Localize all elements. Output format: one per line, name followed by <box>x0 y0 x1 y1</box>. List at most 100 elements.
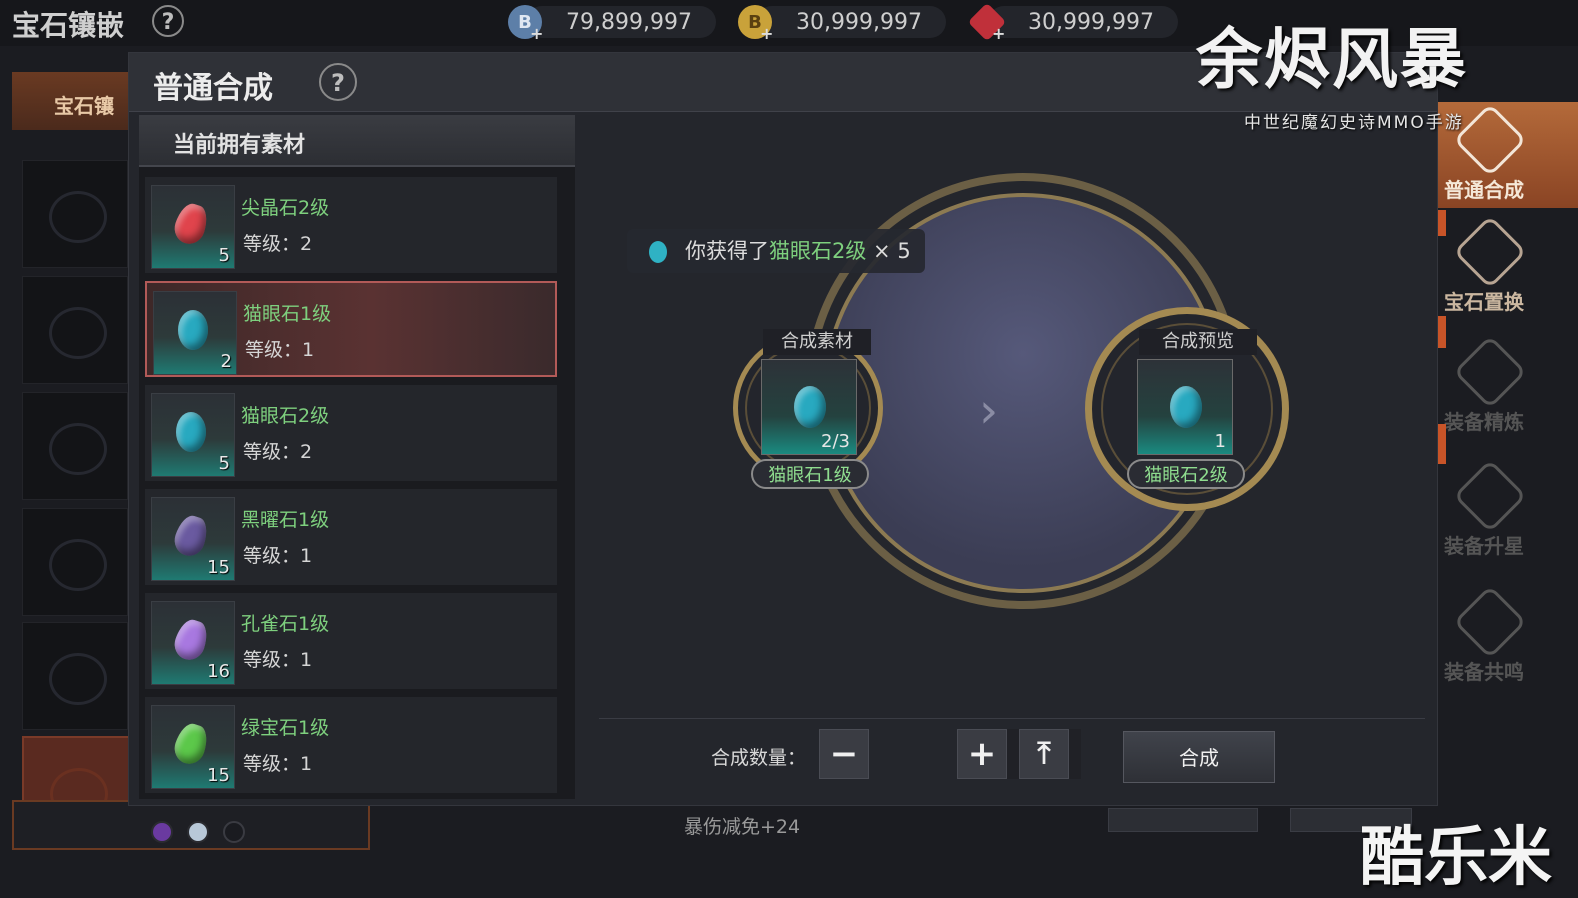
page-dots <box>151 821 245 843</box>
star-upgrade-icon <box>1453 459 1527 533</box>
side-tab-gem-swap[interactable]: 宝石置换 <box>1438 214 1578 320</box>
quantity-label: 合成数量： <box>711 747 807 769</box>
max-quantity-button[interactable]: ⤒ <box>1019 729 1069 779</box>
decrease-button[interactable]: − <box>819 729 869 779</box>
material-name: 猫眼石1级 <box>751 459 869 489</box>
materials-list: 5 尖晶石2级 等级：2 2 猫眼石1级 等级：1 5 猫眼石2级 等级：2 15 黑曜石1级 等级：… <box>145 177 557 801</box>
page-dot[interactable] <box>151 821 173 843</box>
material-name: 猫眼石2级 <box>241 405 330 427</box>
side-marker <box>1438 316 1446 348</box>
dragon-emblem-icon <box>1453 103 1527 177</box>
preview-name: 猫眼石2级 <box>1127 459 1245 489</box>
currency-gold-value: 30,999,997 <box>796 9 922 35</box>
armor-icon <box>49 539 107 591</box>
material-count: 15 <box>207 765 230 786</box>
game-logo: 余烬风暴 <box>1196 20 1468 98</box>
ring-icon <box>49 307 107 359</box>
materials-panel: 当前拥有素材 5 尖晶石2级 等级：2 2 猫眼石1级 等级：1 5 猫眼石2级 等级：2 15 黑… <box>139 115 575 799</box>
gem-swap-icon <box>1453 215 1527 289</box>
gem-icon <box>170 512 212 560</box>
material-icon: 5 <box>151 393 235 477</box>
page-dot[interactable] <box>187 821 209 843</box>
material-row[interactable]: 16 孔雀石1级 等级：1 <box>145 593 557 689</box>
add-currency-icon: + <box>760 24 774 43</box>
arrow-right-icon: › <box>979 383 999 439</box>
add-currency-icon: + <box>992 24 1006 43</box>
cat-eye-gem-icon <box>649 241 667 263</box>
material-row[interactable]: 2 猫眼石1级等级：1 <box>145 281 557 377</box>
side-tab-refine[interactable]: 装备精炼 <box>1438 334 1578 440</box>
material-row[interactable]: 15 黑曜石1级等级：1 <box>145 489 557 585</box>
equip-slot-necklace[interactable] <box>22 160 128 268</box>
material-level: 等级：1 <box>245 339 315 361</box>
currency-blue-value: 79,899,997 <box>566 9 692 35</box>
material-name: 黑曜石1级 <box>241 509 330 531</box>
material-row[interactable]: 5 猫眼石2级等级：2 <box>145 385 557 481</box>
gem-icon <box>170 720 212 768</box>
necklace-icon <box>49 191 107 243</box>
side-tab-resonance[interactable]: 装备共鸣 <box>1438 584 1578 690</box>
increase-button[interactable]: + <box>957 729 1007 779</box>
gem-icon <box>176 412 206 452</box>
material-icon: 16 <box>151 601 235 685</box>
material-count: 2/3 <box>821 431 850 452</box>
refine-icon <box>1453 335 1527 409</box>
material-level: 等级：2 <box>243 233 313 255</box>
synthesis-modal: 普通合成 ? 当前拥有素材 5 尖晶石2级 等级：2 2 猫眼石1级 等级：1 5 猫眼石2级… <box>128 52 1438 843</box>
watermark: 酷乐米 <box>1360 821 1552 895</box>
preview-slot[interactable]: 1 <box>1137 359 1233 455</box>
gloves-icon <box>49 653 107 705</box>
modal-help-button[interactable]: ? <box>319 63 357 101</box>
modal-title: 普通合成 <box>153 71 273 106</box>
material-level: 等级：1 <box>243 545 313 567</box>
game-logo-subtitle: 中世纪魔幻史诗MMO手游 <box>1244 113 1464 133</box>
equip-slot-ring[interactable] <box>22 276 128 384</box>
side-marker <box>1438 210 1446 236</box>
gem-icon <box>170 200 212 248</box>
material-icon: 15 <box>151 497 235 581</box>
gem-icon <box>170 616 212 664</box>
preview-count: 1 <box>1214 431 1226 452</box>
material-icon: 5 <box>151 185 235 269</box>
helmet-icon <box>49 423 107 475</box>
material-count: 5 <box>218 453 230 474</box>
material-level: 等级：1 <box>243 649 313 671</box>
gem-icon <box>178 310 208 350</box>
material-count: 16 <box>207 661 230 682</box>
material-name: 猫眼石1级 <box>243 303 332 325</box>
craft-button[interactable]: 合成 <box>1123 731 1275 783</box>
preview-header: 合成预览 <box>1139 329 1257 355</box>
side-tab-star-up[interactable]: 装备升星 <box>1438 458 1578 564</box>
cat-eye-gem-icon <box>794 386 826 428</box>
equip-slot-gloves[interactable] <box>22 622 128 730</box>
material-level: 等级：2 <box>243 441 313 463</box>
material-row[interactable]: 15 绿宝石1级等级：1 <box>145 697 557 793</box>
equip-slot-armor[interactable] <box>22 508 128 616</box>
side-marker <box>1438 424 1446 464</box>
stat-bonus-text: 暴伤减免+24 <box>684 816 801 838</box>
material-name: 绿宝石1级 <box>241 717 330 739</box>
currency-gold[interactable]: B + 30,999,997 <box>738 4 946 43</box>
material-count: 5 <box>218 245 230 266</box>
reward-toast: 你获得了猫眼石2级 × 5 <box>627 229 925 273</box>
material-count: 2 <box>220 351 232 372</box>
currency-red[interactable]: + 30,999,997 <box>967 2 1178 43</box>
resonance-icon <box>1453 585 1527 659</box>
cat-eye-gem-icon <box>1170 386 1202 428</box>
materials-section-title: 当前拥有素材 <box>139 115 575 167</box>
material-slot[interactable]: 2/3 <box>761 359 857 455</box>
divider <box>599 718 1425 719</box>
material-header: 合成素材 <box>763 329 871 355</box>
material-count: 15 <box>207 557 230 578</box>
material-icon: 15 <box>151 705 235 789</box>
add-currency-icon: + <box>530 24 544 43</box>
base-help-button[interactable]: ? <box>152 5 184 37</box>
material-row[interactable]: 5 尖晶石2级 等级：2 <box>145 177 557 273</box>
currency-blue[interactable]: B + 79,899,997 <box>508 4 716 43</box>
base-button-left[interactable] <box>1108 808 1258 832</box>
equip-slot-helmet[interactable] <box>22 392 128 500</box>
base-tab-gem-inlay[interactable]: 宝石镶 <box>12 72 142 130</box>
base-page-title: 宝石镶嵌 <box>12 9 125 42</box>
page-dot[interactable] <box>223 821 245 843</box>
material-level: 等级：1 <box>243 753 313 775</box>
